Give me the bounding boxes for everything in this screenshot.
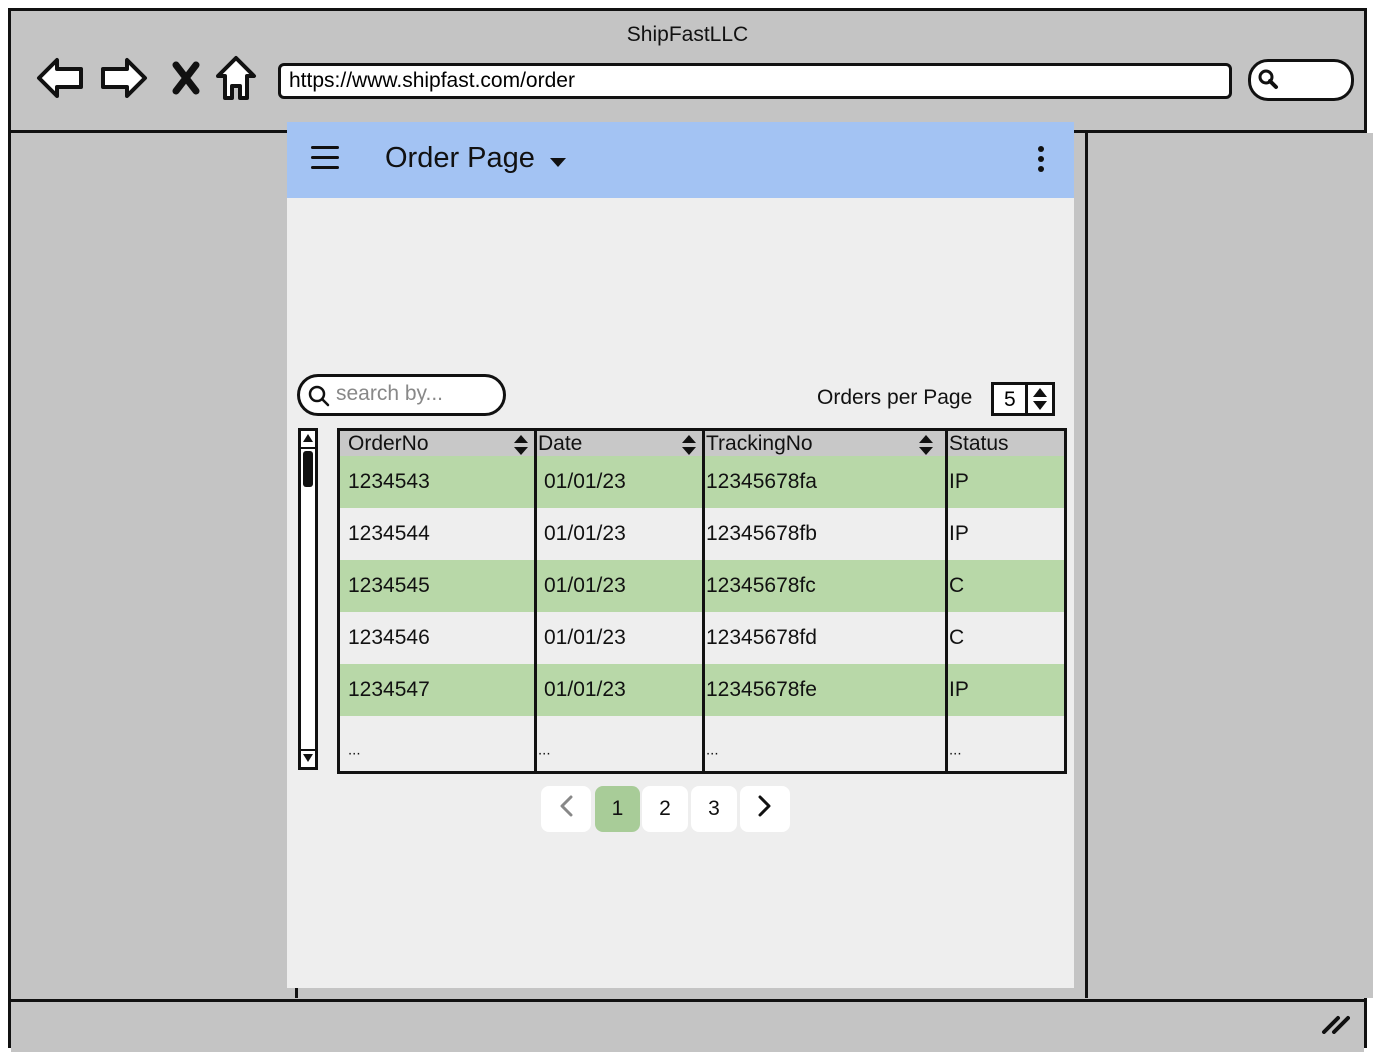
page-button-1[interactable]: 1 [595,786,640,832]
cell-orderno: ... [348,741,361,759]
column-divider [945,431,948,771]
status-bar [11,999,1364,1052]
cell-trackingno: 12345678fa [706,470,817,493]
page-button-2[interactable]: 2 [642,786,688,832]
cell-trackingno: 12345678fd [706,626,817,649]
column-divider [702,431,705,771]
column-header-trackingno[interactable]: TrackingNo [704,431,947,456]
cell-date: 01/01/23 [544,522,626,545]
cell-trackingno: 12345678fb [706,522,817,545]
cell-status: IP [949,522,969,545]
page-title[interactable]: Order Page [385,142,535,175]
chevron-down-icon[interactable] [549,155,567,173]
cell-date: ... [538,741,551,759]
spinner-arrows-icon[interactable] [1025,385,1052,413]
resize-handle-icon[interactable] [1320,1012,1350,1039]
column-header-status[interactable]: Status [947,431,1064,456]
left-margin [11,133,298,998]
cell-status: IP [949,678,969,701]
window-title: ShipFastLLC [626,23,749,46]
search-placeholder: search by... [336,382,443,405]
column-header-orderno[interactable]: OrderNo [340,431,536,456]
search-icon [1257,68,1279,95]
cell-date: 01/01/23 [544,678,626,701]
right-margin [1085,133,1373,998]
column-header-date[interactable]: Date [536,431,704,456]
previous-page-button[interactable] [541,786,591,832]
more-options-icon[interactable] [1038,146,1046,174]
cell-date: 01/01/23 [544,470,626,493]
cell-status: C [949,574,965,597]
cell-orderno: 1234547 [348,678,430,701]
app-content: Order Page search by... Orders per Page … [287,122,1074,988]
orders-per-page-label: Orders per Page [817,386,973,409]
scroll-up-icon[interactable] [301,431,315,449]
cell-orderno: 1234545 [348,574,430,597]
cell-status: C [949,626,965,649]
home-icon[interactable] [209,51,263,105]
stop-icon[interactable] [159,51,213,105]
cell-orderno: 1234543 [348,470,430,493]
orders-table: OrderNo Date TrackingNo Status 1234543 0… [337,428,1067,774]
table-scrollbar[interactable] [298,428,318,770]
cell-trackingno: 12345678fc [706,574,816,597]
search-icon [308,385,330,412]
orders-per-page-value: 5 [1004,388,1016,411]
cell-status: ... [949,741,962,759]
app-bar: Order Page [287,122,1074,198]
chevron-right-icon [758,795,772,823]
cell-orderno: 1234546 [348,626,430,649]
cell-trackingno: 12345678fe [706,678,817,701]
next-page-button[interactable] [740,786,790,832]
menu-icon[interactable] [311,146,339,172]
chevron-left-icon [559,795,573,823]
page-button-3[interactable]: 3 [691,786,737,832]
orders-per-page-stepper[interactable]: 5 [991,382,1055,416]
scroll-thumb[interactable] [303,451,313,487]
cell-date: 01/01/23 [544,574,626,597]
address-bar[interactable]: https://www.shipfast.com/order [278,63,1232,99]
column-divider [534,431,537,771]
search-input[interactable]: search by... [297,374,506,416]
forward-icon[interactable] [97,51,151,105]
cell-orderno: 1234544 [348,522,430,545]
browser-search-field[interactable] [1248,59,1354,101]
cell-status: IP [949,470,969,493]
back-icon[interactable] [33,51,87,105]
cell-trackingno: ... [706,741,719,759]
cell-date: 01/01/23 [544,626,626,649]
scroll-down-icon[interactable] [301,749,315,767]
